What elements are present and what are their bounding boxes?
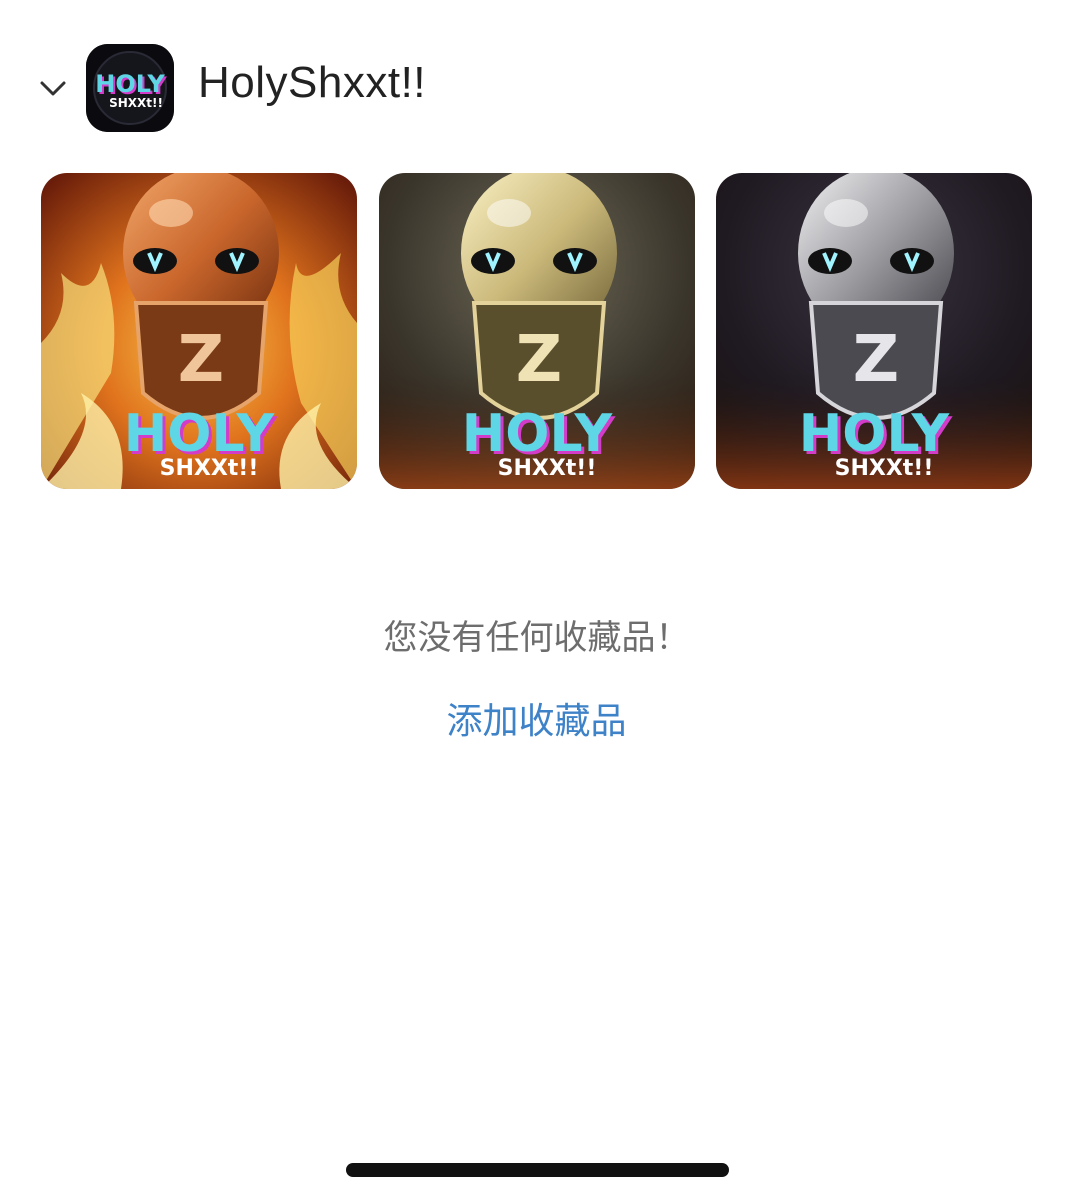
svg-text:SHXXt!!: SHXXt!! bbox=[835, 456, 934, 481]
chevron-down-icon[interactable] bbox=[36, 72, 70, 106]
collection-title: HolyShxxt!! bbox=[198, 58, 427, 107]
nft-card-gold[interactable]: Z HOLY HOLY SHXXt!! bbox=[379, 173, 695, 489]
nft-card-flame[interactable]: Z HOLY HOLY SHXXt!! bbox=[41, 173, 357, 489]
svg-text:Z: Z bbox=[178, 323, 224, 397]
svg-text:HOLY: HOLY bbox=[462, 404, 614, 464]
nft-card-silver[interactable]: Z HOLY HOLY SHXXt!! bbox=[716, 173, 1032, 489]
collection-avatar: HOLY HOLY SHXXt!! bbox=[86, 44, 174, 132]
svg-text:SHXXt!!: SHXXt!! bbox=[160, 456, 259, 481]
holy-shxxt-logo-icon: HOLY HOLY SHXXt!! bbox=[86, 44, 174, 132]
svg-text:HOLY: HOLY bbox=[799, 404, 951, 464]
svg-text:SHXXt!!: SHXXt!! bbox=[498, 456, 597, 481]
empty-state-message: 您没有任何收藏品！ bbox=[383, 618, 690, 658]
collection-grid: Z HOLY HOLY SHXXt!! Z HOLY HOLY SHXXt!! … bbox=[41, 173, 1033, 491]
collection-header[interactable]: HOLY HOLY SHXXt!! HolyShxxt!! bbox=[0, 40, 1073, 140]
svg-text:SHXXt!!: SHXXt!! bbox=[109, 96, 163, 110]
svg-text:HOLY: HOLY bbox=[124, 404, 276, 464]
svg-text:Z: Z bbox=[853, 323, 899, 397]
home-indicator[interactable] bbox=[346, 1163, 729, 1177]
svg-text:HOLY: HOLY bbox=[95, 70, 165, 98]
add-collectible-link[interactable]: 添加收藏品 bbox=[0, 692, 1073, 744]
svg-text:Z: Z bbox=[516, 323, 562, 397]
